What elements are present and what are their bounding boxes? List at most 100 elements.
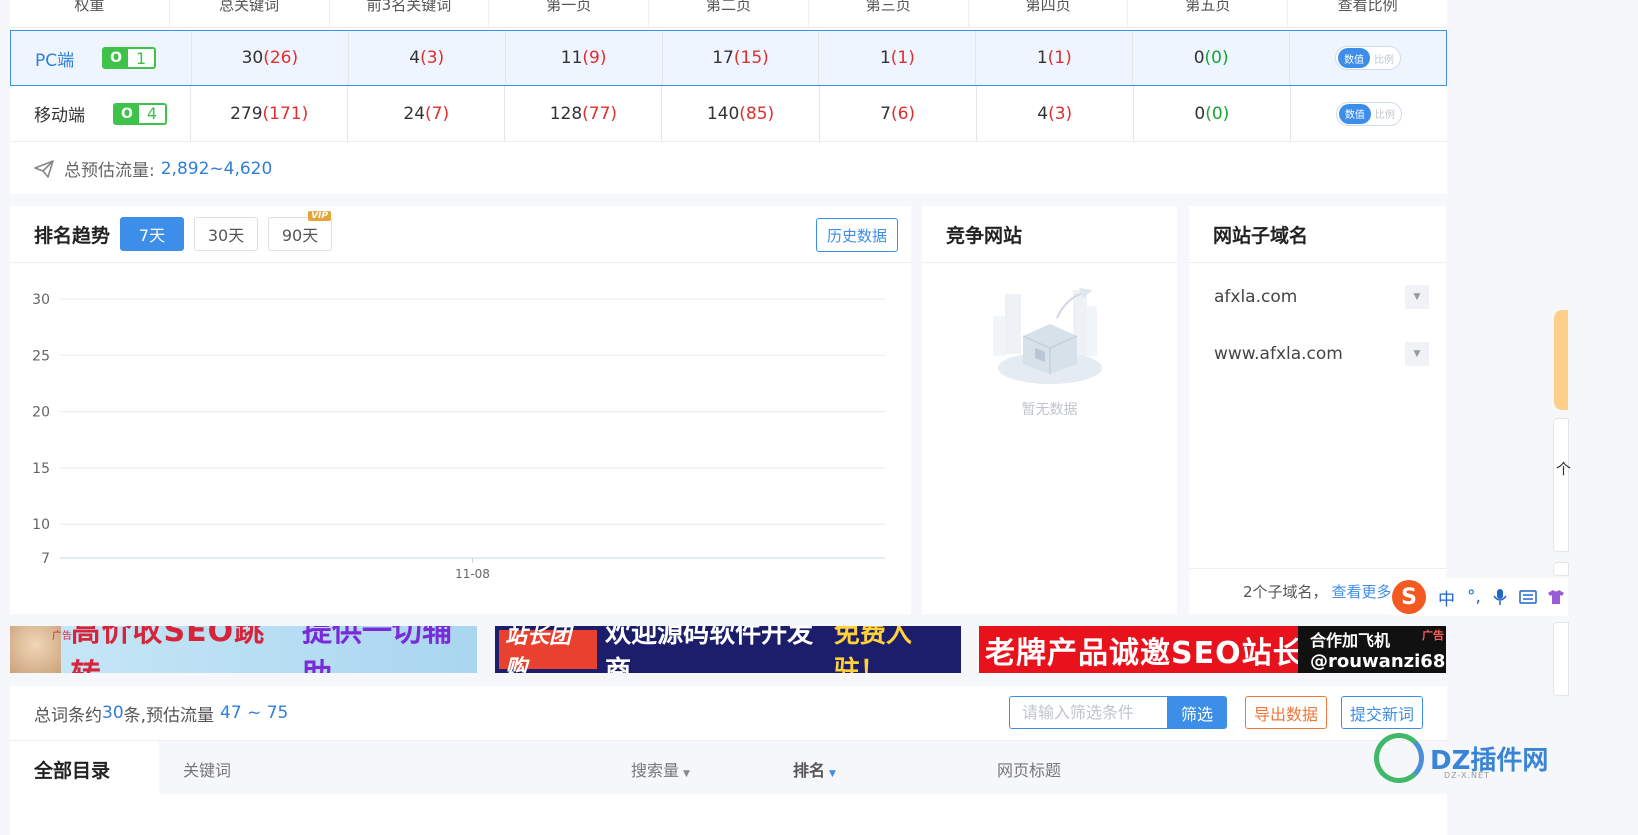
value-change: (0) xyxy=(1205,103,1230,124)
empty-box-illustration-icon xyxy=(992,288,1102,384)
col-rank[interactable]: 排名 ▼ xyxy=(793,757,836,781)
sort-caret-icon[interactable]: ▼ xyxy=(683,769,690,779)
page2-cell[interactable]: 17 (15) xyxy=(663,31,820,85)
history-data-button[interactable]: 历史数据 xyxy=(815,218,898,252)
sort-caret-icon[interactable]: ▼ xyxy=(829,769,836,779)
page1-cell[interactable]: 128 (77) xyxy=(505,86,663,141)
header-page1: 第一页 xyxy=(489,0,650,27)
ranking-trend-chart: 7 10 15 20 25 30 11-08 xyxy=(32,292,885,581)
microphone-icon[interactable] xyxy=(1493,588,1507,606)
header-page2: 第二页 xyxy=(649,0,809,27)
chevron-down-icon[interactable]: ▼ xyxy=(1405,285,1429,309)
platform-cell: 移动端 O 4 xyxy=(10,86,192,141)
submit-new-keyword-button[interactable]: 提交新词 xyxy=(1340,696,1423,729)
value-change: (77) xyxy=(582,103,618,124)
page3-cell[interactable]: 7 (6) xyxy=(820,86,977,141)
competitor-header: 竞争网站 xyxy=(922,206,1177,263)
page2-cell[interactable]: 140 (85) xyxy=(662,86,820,141)
header-top3: 前3名关键词 xyxy=(330,0,490,27)
ad-text: 欢迎源码软件开发商 xyxy=(605,626,814,673)
ad-banner-2[interactable]: 站长团购 欢迎源码软件开发商 免费入驻！ xyxy=(495,626,961,673)
ratio-toggle-cell: 数值 比例 xyxy=(1291,86,1447,141)
value-ratio-toggle[interactable]: 数值 比例 xyxy=(1335,46,1402,70)
ime-language-toggle[interactable]: 中 xyxy=(1438,585,1455,610)
vip-badge: VIP xyxy=(308,211,332,221)
search-engine-icon: O xyxy=(115,104,139,123)
side-float-tab[interactable] xyxy=(1554,310,1568,410)
subdomain-name[interactable]: afxla.com xyxy=(1214,287,1297,307)
skin-shirt-icon[interactable] xyxy=(1547,589,1565,605)
side-float-panel[interactable] xyxy=(1553,418,1569,552)
toggle-ratio-option[interactable]: 比例 xyxy=(1370,51,1398,66)
value-change: (7) xyxy=(425,103,450,124)
value-change: (1) xyxy=(1047,48,1072,68)
punctuation-icon[interactable]: °, xyxy=(1467,587,1481,607)
ad-tag: 广告 xyxy=(1422,629,1444,642)
ime-toolbar[interactable]: S 中 °, xyxy=(1390,578,1568,616)
value-change: (9) xyxy=(582,48,607,68)
platform-name[interactable]: 移动端 xyxy=(34,101,85,126)
value-ratio-toggle[interactable]: 数值 比例 xyxy=(1335,101,1402,126)
ratio-toggle-cell: 数值 比例 xyxy=(1290,31,1446,85)
col-search-volume[interactable]: 搜索量 ▼ xyxy=(631,757,690,781)
value-change: (6) xyxy=(890,103,916,124)
page4-cell[interactable]: 1 (1) xyxy=(976,31,1134,85)
value: 128 xyxy=(549,103,583,124)
filter-input[interactable] xyxy=(1009,696,1167,729)
weight-value: 4 xyxy=(139,104,165,123)
traffic-label: 总预估流量: xyxy=(64,161,155,181)
side-float-panel[interactable] xyxy=(1553,562,1569,576)
weight-value: 1 xyxy=(128,49,155,67)
ad-banner-3[interactable]: 老牌产品诚邀SEO站长合作 合作加飞机 @rouwanzi689 广告 xyxy=(979,626,1446,673)
value-change: (26) xyxy=(263,48,299,68)
page1-cell[interactable]: 11 (9) xyxy=(506,31,663,85)
weight-badge: O 1 xyxy=(102,47,157,69)
y-tick-label: 7 xyxy=(41,551,50,567)
tab-90-days[interactable]: 90天 VIP xyxy=(268,211,333,251)
value: 1 xyxy=(1036,48,1048,68)
top3-cell[interactable]: 24 (7) xyxy=(348,86,506,141)
tab-30-days[interactable]: 30天 xyxy=(194,217,259,251)
view-more-link[interactable]: 查看更多 xyxy=(1332,581,1392,602)
empty-text: 暂无数据 xyxy=(1021,402,1078,418)
total-keywords-cell[interactable]: 279 (171) xyxy=(191,86,349,141)
page3-cell[interactable]: 1 (1) xyxy=(819,31,977,85)
tab-7-days[interactable]: 7天 xyxy=(120,217,185,251)
summary-row-mobile[interactable]: 移动端 O 4 279 (171) 24 (7) 128 (77) 140 (85) 7… xyxy=(10,86,1447,142)
top3-cell[interactable]: 4 (3) xyxy=(349,31,506,85)
platform-cell: PC端 O 1 xyxy=(11,31,192,85)
ad-banner-1[interactable]: 广告 高价收SEO跳转 提供一切辅助 xyxy=(10,626,477,673)
ranking-summary-table: 权重 总关键词 前3名关键词 第一页 第二页 第三页 第四页 第五页 查看比例 … xyxy=(10,0,1447,194)
page5-cell[interactable]: 0 (0) xyxy=(1134,86,1291,141)
value: 30 xyxy=(241,48,264,68)
toggle-value-option[interactable]: 数值 xyxy=(1338,103,1371,124)
total-keywords-cell[interactable]: 30 (26) xyxy=(192,31,349,85)
sogou-logo-icon[interactable]: S xyxy=(1392,580,1426,614)
toggle-ratio-option[interactable]: 比例 xyxy=(1371,106,1399,121)
subdomain-title: 网站子域名 xyxy=(1213,224,1309,247)
subdomain-item[interactable]: afxla.com ▼ xyxy=(1214,285,1429,309)
summary-header-row: 权重 总关键词 前3名关键词 第一页 第二页 第三页 第四页 第五页 查看比例 xyxy=(10,0,1447,28)
filter-button[interactable]: 筛选 xyxy=(1167,696,1227,729)
toggle-value-option[interactable]: 数值 xyxy=(1338,48,1371,68)
ad-badge: 站长团购 xyxy=(499,626,598,673)
col-search-volume-label: 搜索量 xyxy=(631,761,680,780)
value-change: (1) xyxy=(890,48,915,68)
header-weight: 权重 xyxy=(10,0,170,27)
col-keyword: 关键词 xyxy=(183,761,232,780)
category-all[interactable]: 全部目录 xyxy=(10,741,159,835)
value: 4 xyxy=(409,48,421,68)
page5-cell[interactable]: 0 (0) xyxy=(1133,31,1291,85)
export-data-button[interactable]: 导出数据 xyxy=(1244,696,1327,729)
chevron-down-icon[interactable]: ▼ xyxy=(1405,342,1429,366)
summary-row-pc[interactable]: PC端 O 1 30 (26) 4 (3) 11 (9) 17 (15) 1 (1) 1(… xyxy=(10,30,1447,86)
value: 0 xyxy=(1193,48,1205,68)
subdomain-name[interactable]: www.afxla.com xyxy=(1214,344,1343,364)
value-change: (3) xyxy=(1048,103,1073,124)
value-change: (3) xyxy=(420,48,445,68)
keyboard-icon[interactable] xyxy=(1519,590,1537,604)
platform-name[interactable]: PC端 xyxy=(35,46,74,71)
subdomain-item[interactable]: www.afxla.com ▼ xyxy=(1214,342,1429,366)
side-float-panel[interactable] xyxy=(1553,622,1569,696)
page4-cell[interactable]: 4 (3) xyxy=(977,86,1134,141)
